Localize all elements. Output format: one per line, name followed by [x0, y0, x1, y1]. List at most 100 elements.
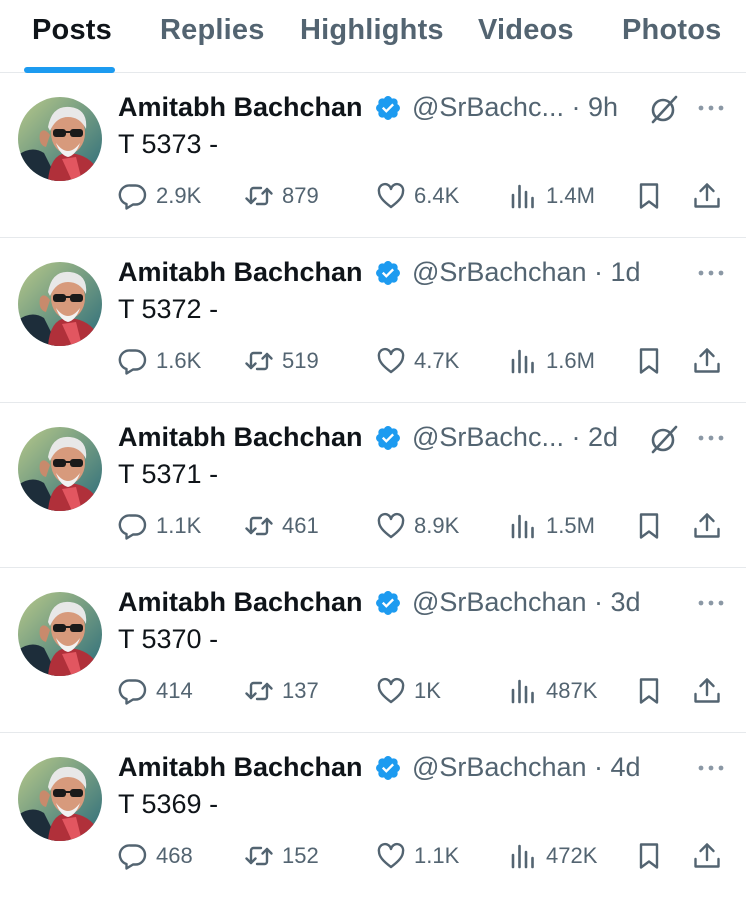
repost-arrows-icon [245, 351, 273, 371]
tab-replies[interactable]: Replies [160, 14, 265, 47]
post[interactable]: Amitabh Bachchan @SrBachc... · 9h T 5373… [0, 73, 746, 238]
repost-button[interactable]: 519 [244, 342, 319, 380]
post[interactable]: Amitabh Bachchan @SrBachchan · 1d T 5372… [0, 238, 746, 403]
post-header: Amitabh Bachchan @SrBachchan · 1d [118, 255, 658, 291]
share-button[interactable] [692, 672, 722, 710]
views-button[interactable]: 472K [508, 837, 597, 875]
share-upload-icon [694, 843, 720, 868]
like-button[interactable]: 4.7K [376, 342, 459, 380]
like-count: 1K [414, 678, 441, 703]
bookmark-button[interactable] [634, 837, 664, 875]
tab-posts[interactable]: Posts [32, 14, 112, 47]
more-dots-icon[interactable] [696, 95, 726, 121]
grok-slash-icon[interactable] [648, 93, 680, 125]
reply-count: 1.1K [156, 513, 202, 538]
repost-button[interactable]: 152 [244, 837, 319, 875]
views-button[interactable]: 1.4M [508, 177, 595, 215]
author-handle-time[interactable]: @SrBachchan · 3d [412, 587, 641, 618]
post-text: T 5372 - [118, 294, 219, 324]
post-header: Amitabh Bachchan @SrBachchan · 3d [118, 585, 658, 621]
avatar[interactable] [18, 97, 102, 181]
views-button[interactable]: 1.5M [508, 507, 595, 545]
bookmark-button[interactable] [634, 342, 664, 380]
reply-button[interactable]: 2.9K [118, 177, 201, 215]
author-handle-time[interactable]: @SrBachc... · 9h [412, 92, 618, 123]
more-dots-icon[interactable] [696, 425, 726, 451]
bookmark-button[interactable] [634, 672, 664, 710]
share-button[interactable] [692, 177, 722, 215]
speech-bubble-icon [118, 844, 147, 870]
share-button[interactable] [692, 342, 722, 380]
reply-count: 414 [156, 678, 193, 703]
author-handle-time[interactable]: @SrBachc... · 2d [412, 422, 618, 453]
avatar[interactable] [18, 262, 102, 346]
post[interactable]: Amitabh Bachchan @SrBachchan · 4d T 5369… [0, 733, 746, 898]
repost-count: 879 [282, 183, 319, 208]
author-name[interactable]: Amitabh Bachchan [118, 587, 363, 618]
grok-slash-icon[interactable] [648, 423, 680, 455]
reply-count: 1.6K [156, 348, 202, 373]
repost-button[interactable]: 879 [244, 177, 319, 215]
author-handle-time[interactable]: @SrBachchan · 1d [412, 257, 641, 288]
post-text: T 5370 - [118, 624, 219, 654]
views-count: 1.6M [546, 348, 595, 373]
bookmark-button[interactable] [634, 507, 664, 545]
share-button[interactable] [692, 837, 722, 875]
verified-badge-icon [376, 591, 400, 615]
views-count: 472K [546, 843, 598, 868]
post-actions: 2.9K 879 6.4K 1.4M [118, 177, 738, 215]
post[interactable]: Amitabh Bachchan @SrBachchan · 3d T 5370… [0, 568, 746, 733]
post-header: Amitabh Bachchan @SrBachc... · 9h [118, 90, 658, 126]
more-dots-icon[interactable] [696, 590, 726, 616]
repost-button[interactable]: 461 [244, 507, 319, 545]
speech-bubble-icon [118, 679, 147, 705]
author-name[interactable]: Amitabh Bachchan [118, 92, 363, 123]
avatar[interactable] [18, 427, 102, 511]
more-dots-icon[interactable] [696, 755, 726, 781]
reply-button[interactable]: 414 [118, 672, 193, 710]
repost-count: 137 [282, 678, 319, 703]
more-dots-icon[interactable] [696, 260, 726, 286]
repost-arrows-icon [245, 846, 273, 866]
post[interactable]: Amitabh Bachchan @SrBachc... · 2d T 5371… [0, 403, 746, 568]
share-upload-icon [694, 513, 720, 538]
reply-button[interactable]: 1.1K [118, 507, 201, 545]
views-button[interactable]: 1.6M [508, 342, 595, 380]
repost-arrows-icon [245, 186, 273, 206]
tab-videos[interactable]: Videos [478, 14, 574, 47]
repost-count: 461 [282, 513, 319, 538]
repost-button[interactable]: 137 [244, 672, 319, 710]
bookmark-icon [639, 678, 659, 704]
repost-count: 519 [282, 348, 319, 373]
author-handle-time[interactable]: @SrBachchan · 4d [412, 752, 641, 783]
post-actions: 468 152 1.1K 472K [118, 837, 738, 875]
share-button[interactable] [692, 507, 722, 545]
author-name[interactable]: Amitabh Bachchan [118, 257, 363, 288]
like-button[interactable]: 1K [376, 672, 441, 710]
avatar[interactable] [18, 592, 102, 676]
bar-chart-icon [511, 844, 534, 869]
reply-button[interactable]: 1.6K [118, 342, 201, 380]
post-header: Amitabh Bachchan @SrBachc... · 2d [118, 420, 658, 456]
bar-chart-icon [511, 679, 534, 704]
heart-icon [377, 677, 405, 704]
views-count: 487K [546, 678, 598, 703]
views-button[interactable]: 487K [508, 672, 597, 710]
tab-photos[interactable]: Photos [622, 14, 721, 47]
author-name[interactable]: Amitabh Bachchan [118, 752, 363, 783]
like-button[interactable]: 8.9K [376, 507, 459, 545]
share-upload-icon [694, 183, 720, 208]
bookmark-button[interactable] [634, 177, 664, 215]
verified-badge-icon [376, 426, 400, 450]
heart-icon [377, 347, 405, 374]
avatar[interactable] [18, 757, 102, 841]
post-header: Amitabh Bachchan @SrBachchan · 4d [118, 750, 658, 786]
like-button[interactable]: 1.1K [376, 837, 459, 875]
reply-button[interactable]: 468 [118, 837, 193, 875]
tab-highlights[interactable]: Highlights [300, 14, 444, 47]
like-button[interactable]: 6.4K [376, 177, 459, 215]
bar-chart-icon [511, 514, 534, 539]
post-text: T 5371 - [118, 459, 219, 489]
author-name[interactable]: Amitabh Bachchan [118, 422, 363, 453]
reply-count: 468 [156, 843, 193, 868]
